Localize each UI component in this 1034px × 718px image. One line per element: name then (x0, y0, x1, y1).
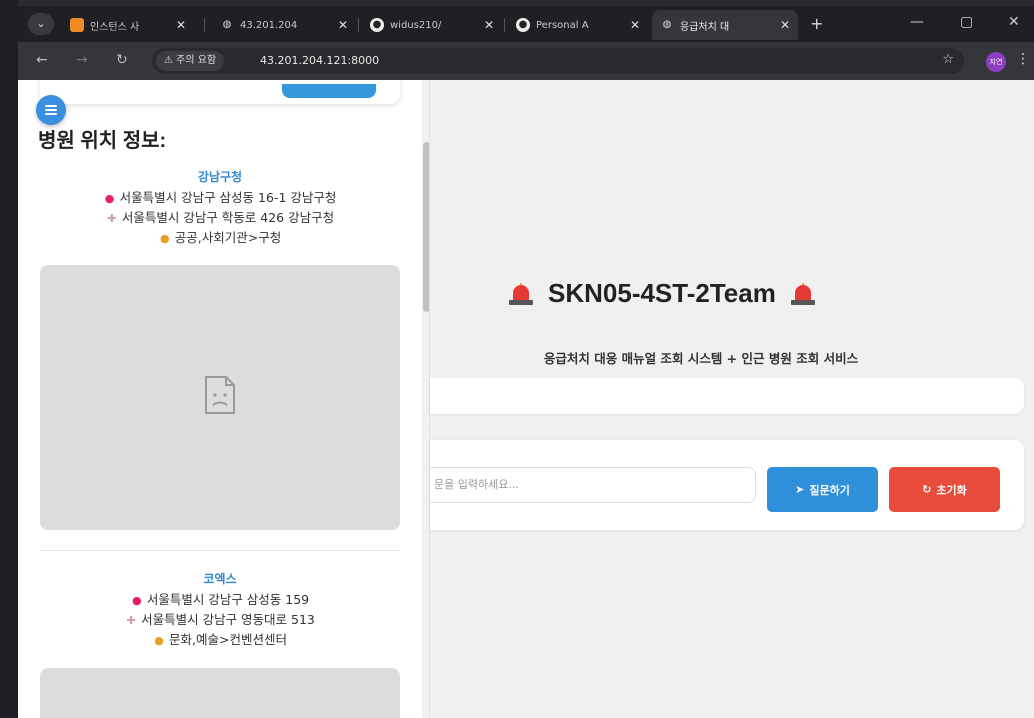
tab-title: 43.201.204 (240, 19, 298, 31)
url-text[interactable]: 43.201.204.121:8000 (260, 48, 379, 74)
map-image-placeholder (40, 668, 400, 718)
place-address: 서울특별시 강남구 삼성동 16-1 강남구청 (119, 190, 337, 205)
close-tab-icon[interactable]: ✕ (630, 18, 640, 32)
pin-icon: ● (132, 594, 142, 607)
place-address: 서울특별시 강남구 삼성동 159 (146, 592, 310, 607)
place-item: 강남구청 ● 서울특별시 강남구 삼성동 16-1 강남구청 ✚ 서울특별시 강남구… (18, 168, 422, 248)
tab-separator (358, 18, 359, 32)
menu-toggle-button[interactable] (36, 95, 66, 125)
browser-tab-strip: ⌄ 인스턴스 사 ✕ ◍ 43.201.204 ✕ ● widus210/ ✕ … (18, 6, 1034, 42)
previous-card-button[interactable] (282, 84, 376, 98)
paper-plane-icon: ➤ (795, 483, 805, 496)
place-category: 문화,예술>컨벤션센터 (169, 632, 287, 647)
place-road-line: ✚ 서울특별시 강남구 영동대로 513 (18, 610, 422, 630)
forward-arrow-icon[interactable]: → (76, 52, 88, 68)
hospital-sidebar: 병원 위치 정보: 강남구청 ● 서울특별시 강남구 삼성동 16-1 강남구청 … (18, 80, 430, 718)
signpost-icon: ✚ (126, 614, 136, 627)
place-road-address: 서울특별시 강남구 영동대로 513 (141, 612, 315, 627)
place-divider (40, 550, 400, 551)
hospital-location-heading: 병원 위치 정보: (38, 130, 167, 152)
globe-icon: ◍ (222, 19, 232, 30)
maximize-button[interactable]: ▢ (960, 14, 973, 30)
tab-github-personal[interactable]: ● Personal A ✕ (508, 10, 648, 40)
tab-separator (504, 18, 505, 32)
tab-search-button[interactable]: ⌄ (28, 13, 54, 35)
person-icon: ● (159, 232, 170, 245)
page-subtitle: 응급처치 대응 매뉴얼 조회 시스템 + 인근 병원 조회 서비스 (543, 351, 859, 366)
globe-icon: ◍ (662, 19, 672, 30)
place-category: 공공,사회기관>구청 (174, 230, 282, 245)
browser-menu-icon[interactable]: ⋮ (1016, 51, 1030, 67)
place-address-line: ● 서울특별시 강남구 삼성동 16-1 강남구청 (18, 188, 422, 208)
person-icon: ● (154, 634, 164, 647)
page-title: SKN05-4ST-2Team (494, 278, 830, 309)
place-category-line: ● 공공,사회기관>구청 (18, 228, 422, 248)
question-input[interactable]: 문을 입력하세요... (430, 467, 756, 503)
siren-icon (508, 282, 534, 305)
close-window-button[interactable]: ✕ (1008, 14, 1020, 30)
tab-title: widus210/ (390, 19, 442, 31)
tab-first-aid[interactable]: ◍ 응급처치 대 ✕ (652, 10, 798, 40)
browser-toolbar: ← → ↻ ⚠ 주의 요함 43.201.204.121:8000 ☆ 지연 ⋮ (18, 42, 1034, 80)
tab-github-repo[interactable]: ● widus210/ ✕ (362, 10, 502, 40)
tab-title: Personal A (536, 19, 589, 31)
address-bar[interactable]: ⚠ 주의 요함 43.201.204.121:8000 ☆ (152, 48, 964, 74)
place-name[interactable]: 코엑스 (18, 570, 422, 587)
new-tab-button[interactable]: + (810, 14, 823, 33)
place-category-line: ● 문화,예술>컨벤션센터 (18, 630, 422, 650)
place-road-address: 서울특별시 강남구 학동로 426 강남구청 (121, 210, 335, 225)
page-title-text: SKN05-4ST-2Team (548, 278, 776, 308)
profile-avatar[interactable]: 지연 (986, 52, 1006, 72)
close-tab-icon[interactable]: ✕ (338, 18, 348, 32)
sidebar-scrollbar-thumb[interactable] (423, 142, 429, 312)
close-tab-icon[interactable]: ✕ (484, 18, 494, 32)
reset-button-label: 초기화 (936, 483, 967, 497)
back-arrow-icon[interactable]: ← (36, 52, 48, 68)
reset-button[interactable]: ↻ 초기화 (889, 467, 1000, 512)
security-warning-badge[interactable]: ⚠ 주의 요함 (156, 51, 225, 71)
map-image-placeholder (40, 265, 400, 530)
ask-button-label: 질문하기 (809, 483, 850, 497)
tab-separator (204, 18, 205, 32)
siren-icon (790, 282, 816, 305)
tab-ip-address[interactable]: ◍ 43.201.204 ✕ (212, 10, 356, 40)
place-road-line: ✚ 서울특별시 강남구 학동로 426 강남구청 (18, 208, 422, 228)
place-name[interactable]: 강남구청 (18, 168, 422, 185)
ask-button[interactable]: ➤ 질문하기 (767, 467, 878, 512)
aws-icon (70, 18, 84, 32)
reload-icon[interactable]: ↻ (116, 52, 128, 68)
place-item: 코엑스 ● 서울특별시 강남구 삼성동 159 ✚ 서울특별시 강남구 영동대로 5… (18, 570, 422, 650)
close-tab-icon[interactable]: ✕ (176, 18, 186, 32)
chat-history-area (430, 378, 1024, 414)
page-viewport: 병원 위치 정보: 강남구청 ● 서울특별시 강남구 삼성동 16-1 강남구청 … (18, 80, 1034, 718)
previous-card (40, 80, 400, 104)
window-edge (0, 0, 18, 718)
tab-instances[interactable]: 인스턴스 사 ✕ (62, 10, 194, 40)
tab-title: 응급처치 대 (680, 21, 730, 33)
signpost-icon: ✚ (107, 212, 117, 225)
broken-image-icon (205, 376, 235, 414)
bookmark-star-icon[interactable]: ☆ (942, 52, 954, 67)
github-icon: ● (516, 18, 530, 32)
reset-icon: ↻ (922, 483, 932, 496)
place-address-line: ● 서울특별시 강남구 삼성동 159 (18, 590, 422, 610)
minimize-button[interactable]: — (910, 14, 924, 30)
question-input-card: 문을 입력하세요... ➤ 질문하기 ↻ 초기화 (430, 440, 1024, 530)
tab-title: 인스턴스 사 (90, 21, 140, 33)
pin-icon: ● (104, 192, 115, 205)
github-icon: ● (370, 18, 384, 32)
close-tab-icon[interactable]: ✕ (780, 18, 790, 32)
